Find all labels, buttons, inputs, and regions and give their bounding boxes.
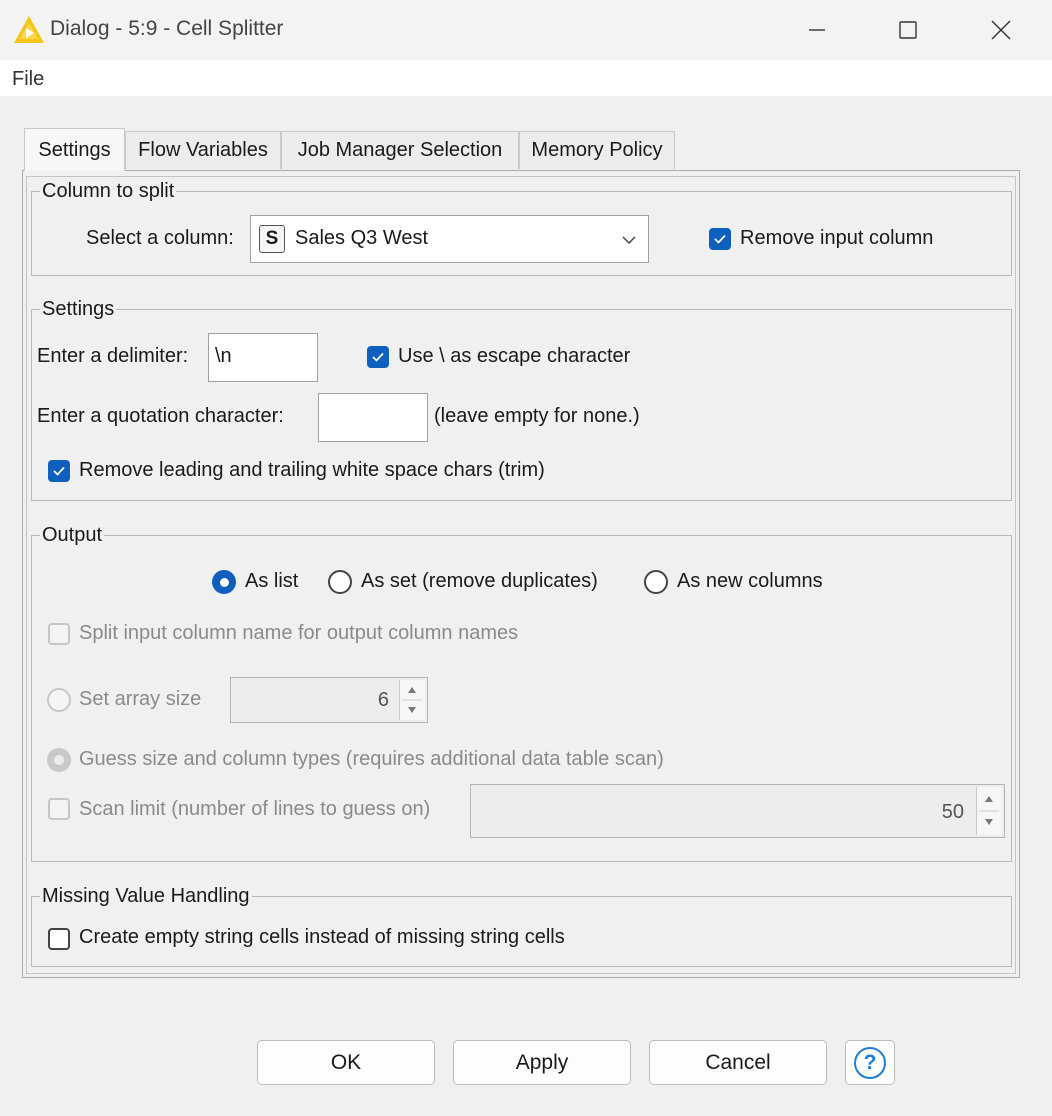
scan-limit-checkbox[interactable] <box>48 798 70 820</box>
array-size-value: 6 <box>377 689 389 711</box>
output-legend: Output <box>40 524 105 547</box>
as-set-label: As set (remove duplicates) <box>361 570 598 592</box>
guess-size-label: Guess size and column types (requires ad… <box>79 748 664 770</box>
set-array-size-radio[interactable] <box>47 688 71 712</box>
as-list-radio[interactable] <box>212 570 236 594</box>
help-icon: ? <box>854 1046 886 1079</box>
menu-bar <box>0 60 1052 96</box>
split-column-names-label: Split input column name for output colum… <box>79 622 519 644</box>
escape-character-checkbox[interactable] <box>367 346 389 368</box>
empty-string-cells-label: Create empty string cells instead of mis… <box>79 926 565 948</box>
tab-flow-variables[interactable]: Flow Variables <box>125 131 281 169</box>
string-type-icon: S <box>259 225 285 253</box>
stepper-arrows-icon <box>979 796 999 825</box>
tab-memory-policy[interactable]: Memory Policy <box>519 131 675 169</box>
scan-limit-spinner[interactable]: 50 <box>470 784 1005 838</box>
checkmark-icon <box>372 352 384 362</box>
delimiter-input[interactable]: \n <box>208 333 318 382</box>
minimize-icon <box>809 29 825 31</box>
as-list-label: As list <box>245 570 299 592</box>
settings-legend: Settings <box>40 298 117 321</box>
maximize-button[interactable] <box>885 10 931 50</box>
quotation-input[interactable] <box>318 393 428 442</box>
stepper-arrows-icon <box>402 687 422 713</box>
guess-size-radio[interactable] <box>47 748 71 772</box>
column-select-dropdown[interactable]: S Sales Q3 West <box>250 215 649 263</box>
help-button[interactable]: ? <box>845 1040 895 1085</box>
trim-checkbox[interactable] <box>48 460 70 482</box>
apply-button[interactable]: Apply <box>453 1040 631 1085</box>
remove-input-column-checkbox[interactable] <box>709 228 731 250</box>
remove-input-column-label: Remove input column <box>740 227 934 249</box>
missing-value-legend: Missing Value Handling <box>40 885 252 908</box>
tab-job-manager-selection[interactable]: Job Manager Selection <box>281 131 519 169</box>
selected-column-value: Sales Q3 West <box>295 227 429 249</box>
menu-file[interactable]: File <box>12 68 44 91</box>
cancel-button[interactable]: Cancel <box>649 1040 827 1085</box>
scan-limit-stepper[interactable] <box>976 787 1002 835</box>
checkmark-icon <box>714 234 726 244</box>
scan-limit-label: Scan limit (number of lines to guess on) <box>79 798 431 820</box>
set-array-size-label: Set array size <box>79 688 202 710</box>
array-size-stepper[interactable] <box>399 680 425 720</box>
scan-limit-value: 50 <box>941 801 964 823</box>
maximize-icon <box>899 21 917 39</box>
minimize-button[interactable] <box>794 10 840 50</box>
quotation-hint: (leave empty for none.) <box>434 405 640 427</box>
window-title: Dialog - 5:9 - Cell Splitter <box>50 17 284 40</box>
empty-string-cells-checkbox[interactable] <box>48 928 70 950</box>
chevron-down-icon <box>622 236 636 245</box>
knime-app-icon <box>12 14 46 46</box>
as-set-radio[interactable] <box>328 570 352 594</box>
close-icon <box>991 20 1011 40</box>
trim-label: Remove leading and trailing white space … <box>79 459 545 481</box>
delimiter-label: Enter a delimiter: <box>37 345 189 367</box>
quotation-label: Enter a quotation character: <box>37 405 284 427</box>
as-new-columns-label: As new columns <box>677 570 823 592</box>
column-to-split-legend: Column to split <box>40 180 177 203</box>
checkmark-icon <box>53 466 65 476</box>
escape-character-label: Use \ as escape character <box>398 345 631 367</box>
split-column-names-checkbox[interactable] <box>48 623 70 645</box>
close-button[interactable] <box>978 10 1024 50</box>
select-column-label: Select a column: <box>86 227 234 249</box>
array-size-spinner[interactable]: 6 <box>230 677 428 723</box>
ok-button[interactable]: OK <box>257 1040 435 1085</box>
as-new-columns-radio[interactable] <box>644 570 668 594</box>
tab-settings[interactable]: Settings <box>24 128 125 171</box>
